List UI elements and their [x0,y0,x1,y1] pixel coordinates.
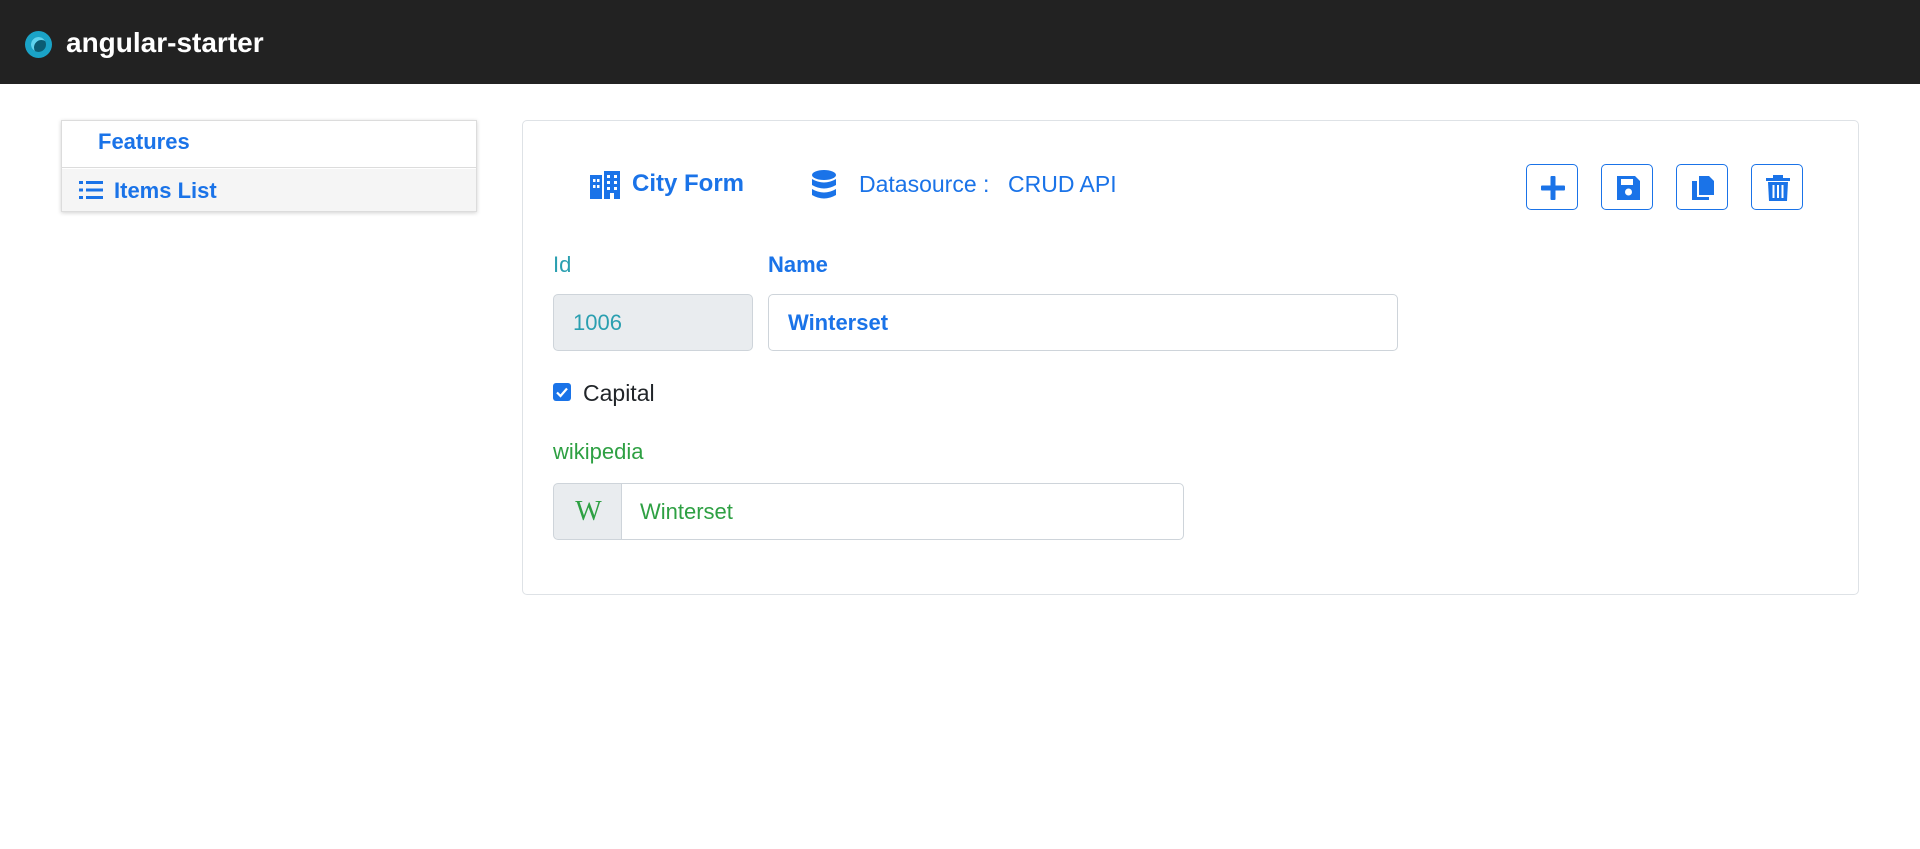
trash-icon [1766,175,1790,201]
save-button[interactable] [1601,164,1653,210]
sidebar-item-label: Items List [114,178,217,203]
checkmark-icon [556,387,568,398]
sidebar-header: Features [62,121,476,168]
add-button[interactable] [1526,164,1578,210]
capital-checkbox[interactable] [553,383,571,401]
sidebar-header-label: Features [98,129,190,154]
plus-icon [1541,176,1565,200]
city-icon [590,171,620,199]
copy-icon [1692,176,1714,200]
wikipedia-addon-text: W [575,496,602,527]
wikipedia-icon: W [553,483,622,540]
datasource-label: Datasource : [859,171,990,197]
top-navbar: angular-starter [0,0,1920,84]
wikipedia-field[interactable] [621,483,1184,540]
duplicate-button[interactable] [1676,164,1728,210]
sidebar: Features Items List [61,120,477,212]
name-label: Name [768,252,828,277]
delete-button[interactable] [1751,164,1803,210]
form-title: City Form [632,170,745,197]
id-label: Id [553,252,572,277]
sidebar-item-items-list[interactable]: Items List [62,169,476,211]
spiral-logo-icon[interactable] [25,31,52,58]
datasource-value: CRUD API [1008,171,1117,197]
wikipedia-input-group: W [553,483,1184,540]
name-field[interactable] [768,294,1398,351]
city-form-card: City Form Datasource : CRUD API Id Name … [522,120,1859,595]
floppy-disk-icon [1617,176,1640,200]
app-brand-title[interactable]: angular-starter [66,25,264,61]
id-field[interactable] [553,294,753,351]
capital-label[interactable]: Capital [583,378,655,408]
database-icon [812,170,836,199]
list-icon [79,181,103,199]
wikipedia-label: wikipedia [553,439,644,464]
